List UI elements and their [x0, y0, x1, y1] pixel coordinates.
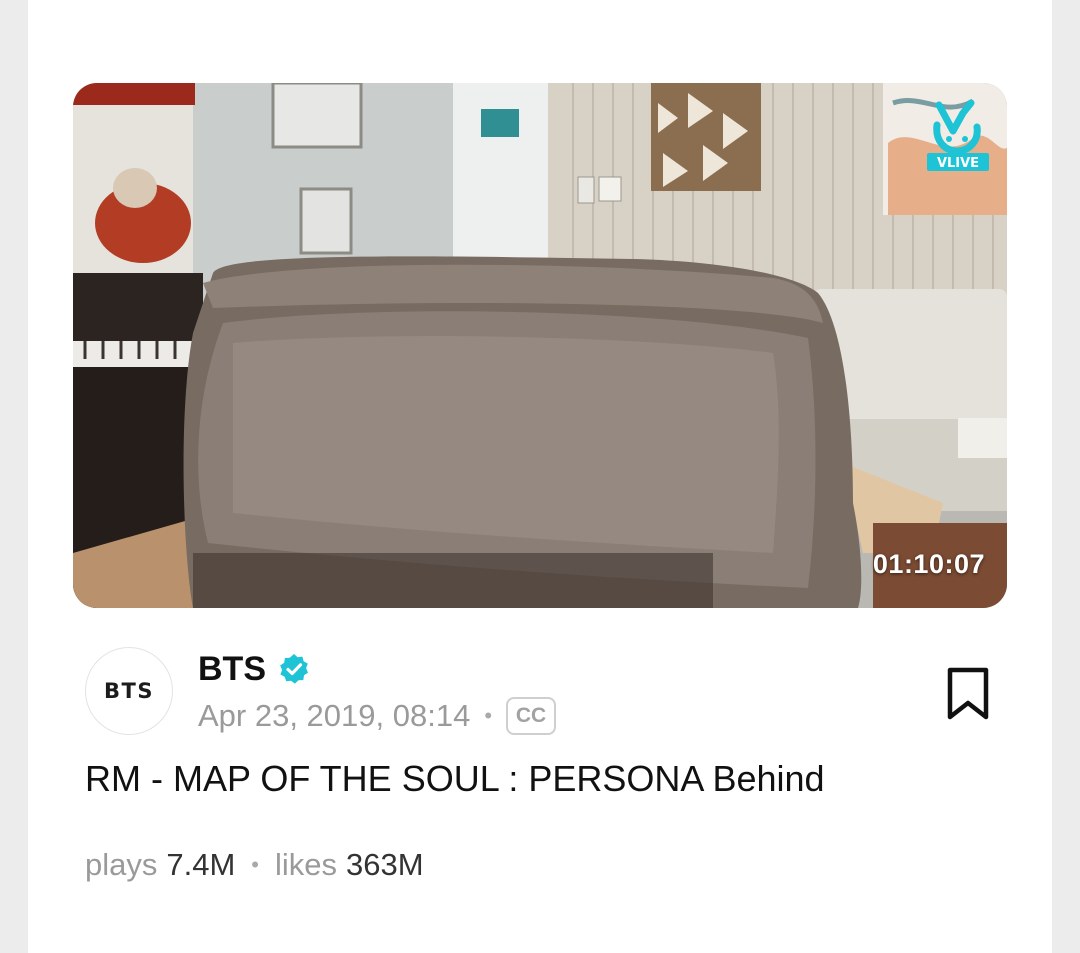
channel-avatar[interactable]: BTS [85, 647, 173, 735]
meta-separator: • [484, 703, 493, 728]
thumbnail-image [73, 83, 1007, 608]
plays-label: plays [85, 847, 158, 882]
avatar-text: BTS [104, 679, 154, 703]
cc-badge: CC [506, 697, 557, 735]
channel-name-row: BTS [198, 648, 310, 690]
stats-separator: • [251, 852, 259, 877]
vlive-logo-icon: VLIVE [923, 95, 993, 173]
video-thumbnail[interactable]: VLIVE 01:10:07 [73, 83, 1007, 608]
video-card: VLIVE 01:10:07 BTS BTS Apr 23, 2019, 08:… [28, 0, 1052, 953]
video-duration: 01:10:07 [872, 549, 985, 579]
bookmark-icon[interactable] [942, 666, 994, 722]
likes-label: likes [275, 847, 338, 882]
verified-check-icon [280, 654, 308, 684]
video-meta-row: Apr 23, 2019, 08:14 • CC [198, 694, 557, 738]
publish-date: Apr 23, 2019, 08:14 [198, 698, 471, 733]
channel-name[interactable]: BTS [198, 650, 266, 689]
vlive-label: VLIVE [937, 156, 979, 171]
video-title[interactable]: RM - MAP OF THE SOUL : PERSONA Behind [85, 758, 825, 800]
video-stats: plays 7.4M • likes 363M [85, 842, 424, 888]
likes-count: 363M [346, 847, 424, 882]
plays-count: 7.4M [166, 847, 236, 882]
